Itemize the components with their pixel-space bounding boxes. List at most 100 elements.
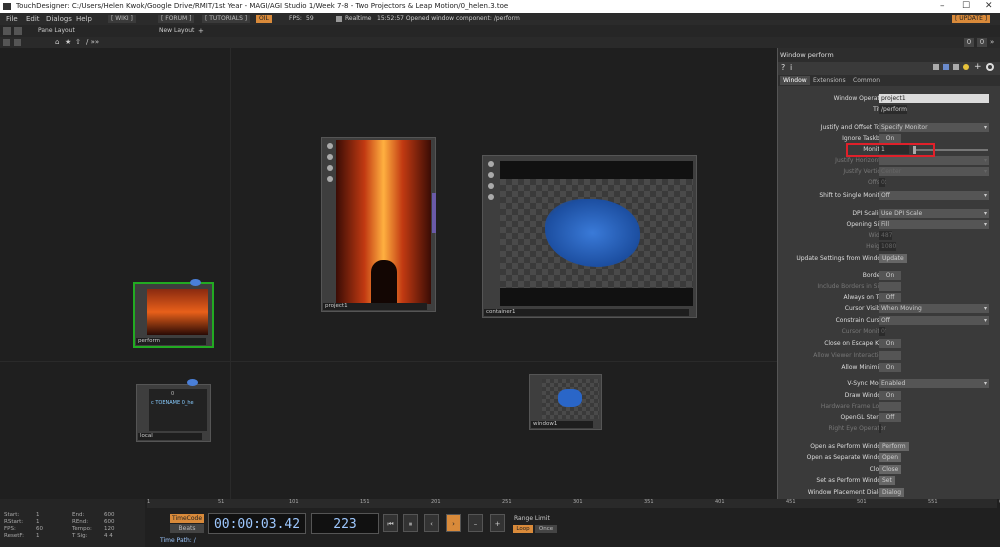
param-value[interactable]: 0 — [879, 327, 885, 336]
minimize-button[interactable]: – — [940, 0, 945, 13]
param-value[interactable]: Off — [879, 191, 989, 200]
node-container1[interactable]: container1 — [482, 155, 697, 318]
realtime-checkbox[interactable] — [336, 16, 342, 22]
param-value[interactable]: On — [879, 391, 901, 400]
menu-file[interactable]: File — [6, 13, 18, 25]
tag-icon[interactable] — [933, 64, 939, 70]
param-value[interactable]: Open — [879, 453, 902, 462]
lock-icon[interactable] — [488, 194, 494, 200]
param-value[interactable]: Enabled — [879, 379, 989, 388]
python-icon[interactable] — [963, 64, 969, 70]
param-value[interactable]: 1080 — [879, 242, 897, 251]
param-value[interactable]: When Moving — [879, 304, 989, 313]
time-path[interactable]: Time Path: / — [160, 537, 196, 544]
pause-button[interactable]: ⏸ — [403, 514, 418, 532]
param-value[interactable]: Fill — [879, 220, 989, 229]
step-back-button[interactable]: ‹ — [424, 514, 439, 532]
param-value[interactable] — [879, 351, 901, 360]
menu-edit[interactable]: Edit — [26, 13, 40, 25]
bypass-icon[interactable] — [327, 165, 333, 171]
frame-display[interactable]: 223 — [311, 513, 379, 534]
node-project1[interactable]: project1 — [321, 137, 436, 312]
once-button[interactable]: Once — [535, 525, 557, 533]
step-forward-button[interactable]: – — [468, 514, 483, 532]
param-value[interactable] — [879, 402, 901, 411]
refresh-icon[interactable] — [953, 64, 959, 70]
tab-common[interactable]: Common — [853, 76, 880, 85]
expand-icon[interactable]: » — [990, 37, 994, 48]
param-value[interactable]: On — [879, 134, 901, 143]
param-value[interactable] — [879, 156, 989, 165]
param-value[interactable] — [879, 282, 901, 291]
param-value[interactable]: project1 — [879, 94, 989, 103]
param-value[interactable] — [879, 424, 881, 433]
network-path[interactable]: / »» — [86, 37, 99, 48]
globe-icon[interactable] — [986, 63, 994, 71]
pane-layout-label[interactable]: Pane Layout — [38, 25, 75, 37]
param-value[interactable]: On — [879, 363, 901, 372]
maximize-button[interactable]: ☐ — [962, 0, 970, 13]
play-button[interactable]: › — [446, 514, 461, 532]
comment-icon[interactable] — [187, 379, 198, 386]
node-local[interactable]: 0 c TOENAME 0_he local — [136, 379, 211, 442]
import-icon[interactable] — [14, 27, 22, 35]
node-window1[interactable]: window1 — [529, 374, 602, 430]
time-ruler[interactable]: 151101151201251301351401451501551600 — [147, 499, 1000, 508]
param-value[interactable]: Off — [879, 316, 989, 325]
param-value[interactable]: Close — [879, 465, 902, 474]
wiki-button[interactable]: [ WIKI ] — [108, 15, 136, 23]
tutorials-button[interactable]: [ TUTORIALS ] — [202, 15, 251, 23]
param-value[interactable]: Use DPI Scale — [879, 209, 989, 218]
bypass-icon[interactable] — [488, 183, 494, 189]
save-icon[interactable] — [3, 27, 11, 35]
comment-icon[interactable] — [190, 279, 201, 286]
output-connector[interactable] — [432, 193, 436, 233]
param-value[interactable]: Off — [879, 293, 901, 302]
add-pane-button[interactable]: + — [198, 25, 204, 37]
forum-button[interactable]: [ FORUM ] — [158, 15, 195, 23]
param-value[interactable]: Center — [879, 167, 989, 176]
update-button[interactable]: [ UPDATE ] — [952, 15, 991, 23]
param-value[interactable]: Perform — [879, 442, 909, 451]
param-value[interactable]: 487 — [879, 231, 893, 240]
menu-dialogs[interactable]: Dialogs — [46, 13, 72, 25]
tab-window[interactable]: Window — [780, 76, 810, 85]
rewind-button[interactable]: ⏮ — [383, 514, 398, 532]
param-value[interactable]: Update — [879, 254, 907, 263]
tab-extensions[interactable]: Extensions — [813, 76, 846, 85]
new-layout-button[interactable]: New Layout — [159, 25, 194, 37]
info-icon[interactable]: i — [790, 63, 792, 72]
view-mode-icon[interactable] — [14, 39, 21, 46]
pin-icon[interactable] — [488, 172, 494, 178]
counter-left[interactable]: 0 — [964, 38, 974, 47]
timecode-button[interactable]: TimeCode — [170, 514, 204, 523]
counter-right[interactable]: 0 — [977, 38, 987, 47]
viewer-icon[interactable] — [327, 143, 333, 149]
add-frame-button[interactable]: + — [490, 514, 505, 532]
network-editor[interactable]: perform project1 container1 0 c TOENAME … — [0, 48, 777, 499]
plus-icon[interactable]: + — [974, 62, 982, 72]
viewer-icon[interactable] — [488, 161, 494, 167]
param-value[interactable]: On — [879, 339, 901, 348]
param-value[interactable]: /perform — [879, 105, 907, 114]
param-value[interactable]: Specify Monitor — [879, 123, 989, 132]
bookmark-icon[interactable]: ★ — [65, 37, 71, 48]
param-value[interactable]: 0 — [879, 178, 885, 187]
param-value[interactable]: Off — [879, 413, 901, 422]
lock-icon[interactable] — [327, 176, 333, 182]
param-value[interactable]: On — [879, 271, 901, 280]
param-value[interactable]: Dialog — [879, 488, 905, 497]
menu-help[interactable]: Help — [76, 13, 92, 25]
color-icon[interactable] — [943, 64, 949, 70]
param-value[interactable]: Set — [879, 476, 895, 485]
home-icon[interactable]: ⌂ — [55, 37, 59, 48]
oil-badge[interactable]: OIL — [256, 15, 272, 23]
node-perform[interactable]: perform — [133, 279, 214, 348]
help-icon[interactable]: ? — [781, 63, 785, 72]
pin-icon[interactable] — [327, 154, 333, 160]
close-button[interactable]: ✕ — [985, 0, 993, 13]
loop-button[interactable]: Loop — [513, 525, 533, 533]
pane-menu-icon[interactable] — [3, 39, 10, 46]
up-icon[interactable]: ⇧ — [75, 37, 81, 48]
beats-button[interactable]: Beats — [170, 524, 204, 533]
